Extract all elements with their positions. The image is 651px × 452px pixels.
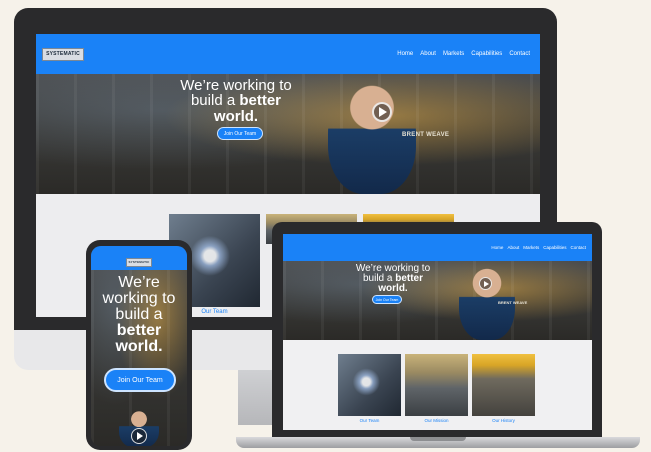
laptop-nav-home[interactable]: Home	[491, 245, 503, 250]
play-icon	[137, 432, 143, 440]
laptop-card-caption-team[interactable]: Our Team	[338, 418, 401, 423]
play-icon	[379, 107, 387, 117]
laptop-navbar: Home About Markets Capabilities Contact	[283, 234, 592, 261]
desktop-hero-heading: We’re working to build a better world.	[180, 77, 292, 125]
nav-home[interactable]: Home	[397, 51, 413, 57]
laptop-card-caption-history[interactable]: Our History	[472, 418, 535, 423]
laptop-nav: Home About Markets Capabilities Contact	[491, 245, 586, 250]
nav-markets[interactable]: Markets	[443, 51, 464, 57]
laptop-play-button[interactable]	[479, 277, 492, 290]
laptop-card-image-history[interactable]	[472, 354, 535, 416]
phone-navbar: SYSTEMATIC	[91, 246, 187, 270]
play-icon	[484, 280, 489, 287]
desktop-hero: We’re working to build a better world. J…	[36, 74, 540, 194]
phone-play-button[interactable]	[131, 428, 147, 444]
laptop-nav-about[interactable]: About	[507, 245, 519, 250]
phone-logo[interactable]: SYSTEMATIC	[126, 257, 152, 267]
nav-capabilities[interactable]: Capabilities	[471, 51, 502, 57]
desktop-navbar: SYSTEMATIC Home About Markets Capabiliti…	[36, 34, 540, 74]
laptop-card-image-mission[interactable]	[405, 354, 468, 416]
nav-contact[interactable]: Contact	[509, 51, 530, 57]
laptop-notch	[410, 437, 466, 441]
laptop-hero-heading: We’re working to build a better world.	[355, 263, 431, 295]
laptop-card-image-team[interactable]	[338, 354, 401, 416]
laptop-screen: Home About Markets Capabilities Contact …	[283, 234, 592, 430]
laptop-name-overlay: BRENT WEAVE	[498, 300, 528, 305]
laptop-nav-capabilities[interactable]: Capabilities	[543, 245, 566, 250]
laptop-hero: We’re working to build a better world. J…	[283, 261, 592, 340]
desktop-nav: Home About Markets Capabilities Contact	[397, 51, 530, 57]
desktop-join-button[interactable]: Join Our Team	[217, 127, 263, 140]
desktop-logo[interactable]: SYSTEMATIC	[42, 47, 84, 61]
laptop-join-button[interactable]: Join Our Team	[372, 295, 402, 304]
phone-join-button[interactable]: Join Our Team	[104, 368, 176, 392]
laptop-card-caption-mission[interactable]: Our Mission	[405, 418, 468, 423]
laptop-nav-contact[interactable]: Contact	[570, 245, 586, 250]
phone-hero-heading: We’re working to build a better world.	[102, 274, 176, 355]
desktop-play-button[interactable]	[372, 102, 392, 122]
laptop-nav-markets[interactable]: Markets	[523, 245, 539, 250]
nav-about[interactable]: About	[420, 51, 436, 57]
phone-screen: SYSTEMATIC We’re working to build a bett…	[91, 246, 187, 446]
desktop-name-overlay: BRENT WEAVE	[402, 132, 450, 138]
